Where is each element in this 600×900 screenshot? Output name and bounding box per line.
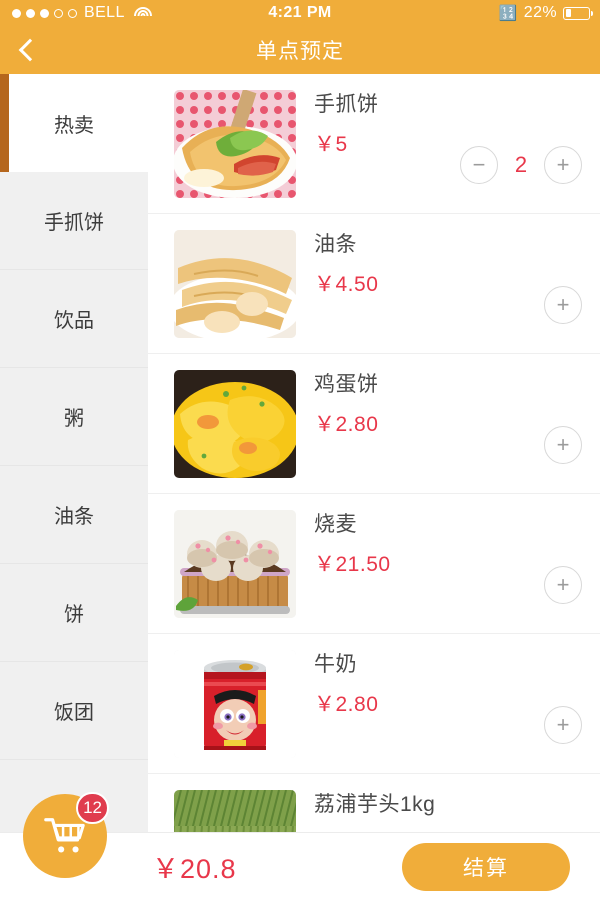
sidebar-item-4[interactable]: 粥 [0, 368, 148, 466]
product-row[interactable]: 鸡蛋饼 ￥2.80 + [148, 354, 600, 494]
product-row[interactable]: 牛奶 ￥2.80 + [148, 634, 600, 774]
sidebar-item-2[interactable]: 手抓饼 [0, 172, 148, 270]
checkout-button[interactable]: 结算 [402, 842, 570, 891]
category-sidebar[interactable]: 热卖手抓饼饮品粥油条饼饭团 [0, 74, 148, 900]
product-meta: 鸡蛋饼 ￥2.80 [314, 368, 379, 438]
product-image [174, 650, 296, 758]
sidebar-item-label: 饮品 [54, 310, 94, 332]
decrease-quantity-button[interactable]: − [460, 146, 498, 184]
sidebar-item-label: 粥 [64, 408, 84, 430]
product-row[interactable]: 手抓饼 ￥5 −2 + [148, 74, 600, 214]
cart-count-badge: 12 [76, 792, 109, 824]
quantity-stepper[interactable]: + [544, 706, 582, 744]
product-price: ￥5 [314, 133, 348, 156]
sidebar-item-label: 油条 [54, 506, 94, 528]
product-row[interactable]: 油条 ￥4.50 + [148, 214, 600, 354]
status-bar: BELL 4:21 PM 🔢 22% [0, 0, 600, 26]
quantity-value: 2 [514, 152, 528, 177]
increase-quantity-button[interactable]: + [544, 146, 582, 184]
sidebar-item-label: 饼 [64, 604, 84, 626]
increase-quantity-button[interactable]: + [544, 286, 582, 324]
product-name: 手抓饼 [314, 93, 379, 116]
chevron-left-icon [18, 38, 41, 62]
increase-quantity-button[interactable]: + [544, 566, 582, 604]
sidebar-item-5[interactable]: 油条 [0, 466, 148, 564]
product-name: 荔浦芋头1kg [314, 793, 436, 816]
product-name: 鸡蛋饼 [314, 373, 379, 396]
product-price: ￥2.80 [314, 693, 379, 716]
product-price: ￥2.80 [314, 413, 379, 436]
sidebar-item-6[interactable]: 饼 [0, 564, 148, 662]
app-screen: BELL 4:21 PM 🔢 22% 单点预定 热卖手抓饼饮品粥油条饼饭团 [0, 0, 600, 900]
sidebar-item-7[interactable]: 饭团 [0, 662, 148, 760]
sidebar-item-1[interactable]: 热卖 [0, 74, 148, 172]
increase-quantity-button[interactable]: + [544, 426, 582, 464]
quantity-stepper[interactable]: + [544, 286, 582, 324]
product-meta: 油条 ￥4.50 [314, 228, 378, 298]
product-name: 烧麦 [314, 513, 357, 536]
nav-bar: 单点预定 [0, 26, 600, 74]
product-price: ￥21.50 [314, 553, 391, 576]
product-meta: 荔浦芋头1kg [314, 788, 435, 818]
product-price: ￥4.50 [314, 273, 379, 296]
increase-quantity-button[interactable]: + [544, 706, 582, 744]
page-title: 单点预定 [256, 40, 344, 63]
product-image [174, 90, 296, 198]
product-row[interactable]: 烧麦 ￥21.50 + [148, 494, 600, 634]
product-image [174, 370, 296, 478]
product-list[interactable]: 手抓饼 ￥5 −2 + 油条 ￥4.50 + 鸡蛋饼 ￥2.80 + 烧麦 ￥21… [148, 74, 600, 900]
product-name: 牛奶 [314, 653, 357, 676]
quantity-stepper[interactable]: −2 + [460, 146, 582, 184]
quantity-stepper[interactable]: + [544, 566, 582, 604]
quantity-stepper[interactable]: + [544, 426, 582, 464]
sidebar-item-label: 热卖 [54, 114, 94, 137]
product-meta: 烧麦 ￥21.50 [314, 508, 391, 578]
product-meta: 手抓饼 ￥5 [314, 88, 379, 158]
status-bar-clock: 4:21 PM [268, 4, 332, 21]
product-meta: 牛奶 ￥2.80 [314, 648, 378, 718]
sidebar-item-label: 手抓饼 [44, 212, 104, 234]
main-content: 热卖 手抓饼 饮品粥油条饼饭团 手抓饼 ￥5−2 + 油条 ￥4.50 + 鸡蛋… [0, 74, 600, 900]
battery-icon [563, 6, 593, 20]
cart-button-wrapper[interactable]: 12 [23, 792, 109, 878]
sidebar-item-3[interactable]: 饮品 [0, 270, 148, 368]
product-image [174, 510, 296, 618]
product-image [174, 230, 296, 338]
cart-total: ￥20.8 [152, 854, 237, 884]
product-name: 油条 [314, 233, 357, 256]
sidebar-item-label: 饭团 [54, 702, 94, 724]
back-button[interactable] [0, 26, 54, 74]
